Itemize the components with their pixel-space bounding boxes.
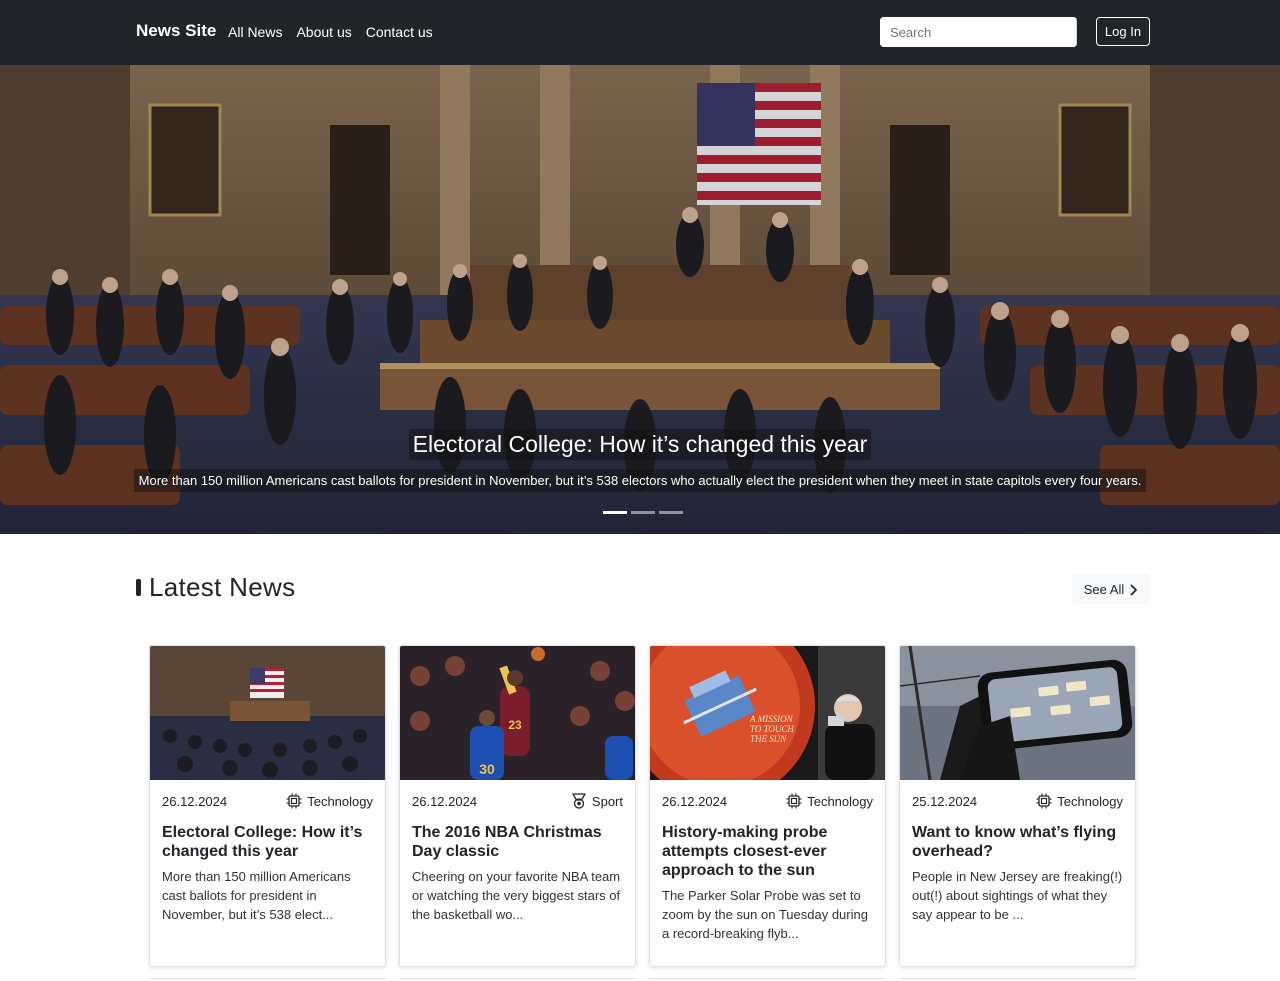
- see-all-button[interactable]: See All: [1072, 574, 1150, 605]
- cpu-icon: [1036, 793, 1052, 809]
- card-image-basketball: 23 30: [400, 646, 635, 780]
- news-card[interactable]: 25.12.2024 Technology Want to know what’…: [899, 645, 1136, 967]
- card-excerpt: The Parker Solar Probe was set to zoom b…: [662, 888, 868, 941]
- hero-subtitle-wrap: More than 150 million Americans cast bal…: [0, 469, 1280, 492]
- cpu-icon: [286, 793, 302, 809]
- svg-text:30: 30: [479, 761, 495, 777]
- news-card[interactable]: A MISSION TO TOUCH THE SUN 26.12.2024 Te…: [649, 645, 886, 967]
- card-title[interactable]: The 2016 NBA Christmas Day classic: [412, 823, 625, 861]
- card-excerpt: More than 150 million Americans cast bal…: [162, 869, 351, 922]
- search-button[interactable]: [1076, 17, 1077, 47]
- section-title: Latest News: [149, 572, 296, 602]
- hero-subtitle: More than 150 million Americans cast bal…: [133, 469, 1147, 492]
- card-meta: 26.12.2024 Technology: [162, 793, 373, 809]
- card-category-label: Technology: [1057, 793, 1123, 809]
- card-category[interactable]: Technology: [286, 793, 373, 809]
- news-card[interactable]: 23 30 26.12.2024 Sport The 2016 NBA Chri…: [399, 645, 636, 967]
- latest-news-heading: Latest News: [136, 572, 295, 603]
- medal-icon: [572, 793, 586, 809]
- news-card[interactable]: 26.12.2024 Technology Electoral College:…: [149, 645, 386, 967]
- card-category-label: Technology: [807, 793, 873, 809]
- card-date: 26.12.2024: [662, 793, 728, 809]
- see-all-label: See All: [1083, 582, 1125, 597]
- card-category[interactable]: Technology: [1036, 793, 1123, 809]
- top-navbar: News Site All News About us Contact us L…: [0, 0, 1280, 65]
- card-title[interactable]: Electoral College: How it’s changed this…: [162, 823, 375, 861]
- card-image-phone-sky: [900, 646, 1135, 780]
- carousel-indicators: [603, 511, 683, 514]
- carousel-indicator-1[interactable]: [603, 511, 627, 514]
- card-date: 26.12.2024: [412, 793, 478, 809]
- search-box: [880, 17, 1077, 47]
- svg-text:23: 23: [508, 718, 522, 732]
- login-button[interactable]: Log In: [1096, 17, 1150, 46]
- card-excerpt: Cheering on your favorite NBA team or wa…: [412, 869, 621, 922]
- card-date: 26.12.2024: [162, 793, 228, 809]
- card-meta: 25.12.2024 Technology: [912, 793, 1123, 809]
- carousel-indicator-3[interactable]: [659, 511, 683, 514]
- hero-title[interactable]: Electoral College: How it’s changed this…: [408, 429, 872, 460]
- card-meta: 26.12.2024 Technology: [662, 793, 873, 809]
- search-input[interactable]: [880, 17, 1076, 47]
- nav-links: All News About us Contact us: [228, 24, 433, 40]
- card-title[interactable]: Want to know what’s flying overhead?: [912, 823, 1125, 861]
- card-excerpt: People in New Jersey are freaking(!) out…: [912, 869, 1123, 922]
- hero-image-chamber: [0, 65, 1280, 534]
- card-title[interactable]: History-making probe attempts closest-ev…: [662, 823, 875, 880]
- card-date: 25.12.2024: [912, 793, 978, 809]
- heading-accent-bar: [136, 579, 141, 596]
- nav-link-all-news[interactable]: All News: [228, 24, 282, 40]
- card-image-solar-probe: A MISSION TO TOUCH THE SUN: [650, 646, 885, 780]
- nav-link-about-us[interactable]: About us: [296, 24, 351, 40]
- svg-text:THE SUN: THE SUN: [750, 734, 787, 744]
- card-category-label: Sport: [591, 793, 623, 809]
- hero-carousel[interactable]: Electoral College: How it’s changed this…: [0, 65, 1280, 534]
- svg-text:A MISSION: A MISSION: [749, 714, 794, 724]
- cpu-icon: [786, 793, 802, 809]
- card-category[interactable]: Sport: [571, 793, 623, 809]
- card-image-chamber: [150, 646, 385, 780]
- card-meta: 26.12.2024 Sport: [412, 793, 623, 809]
- nav-link-contact-us[interactable]: Contact us: [366, 24, 433, 40]
- card-category-label: Technology: [307, 793, 373, 809]
- card-category[interactable]: Technology: [786, 793, 873, 809]
- brand-logo[interactable]: News Site: [136, 21, 216, 41]
- svg-text:TO TOUCH: TO TOUCH: [750, 724, 794, 734]
- carousel-indicator-2[interactable]: [631, 511, 655, 514]
- chevron-right-icon: [1130, 584, 1138, 595]
- hero-title-wrap: Electoral College: How it’s changed this…: [0, 429, 1280, 460]
